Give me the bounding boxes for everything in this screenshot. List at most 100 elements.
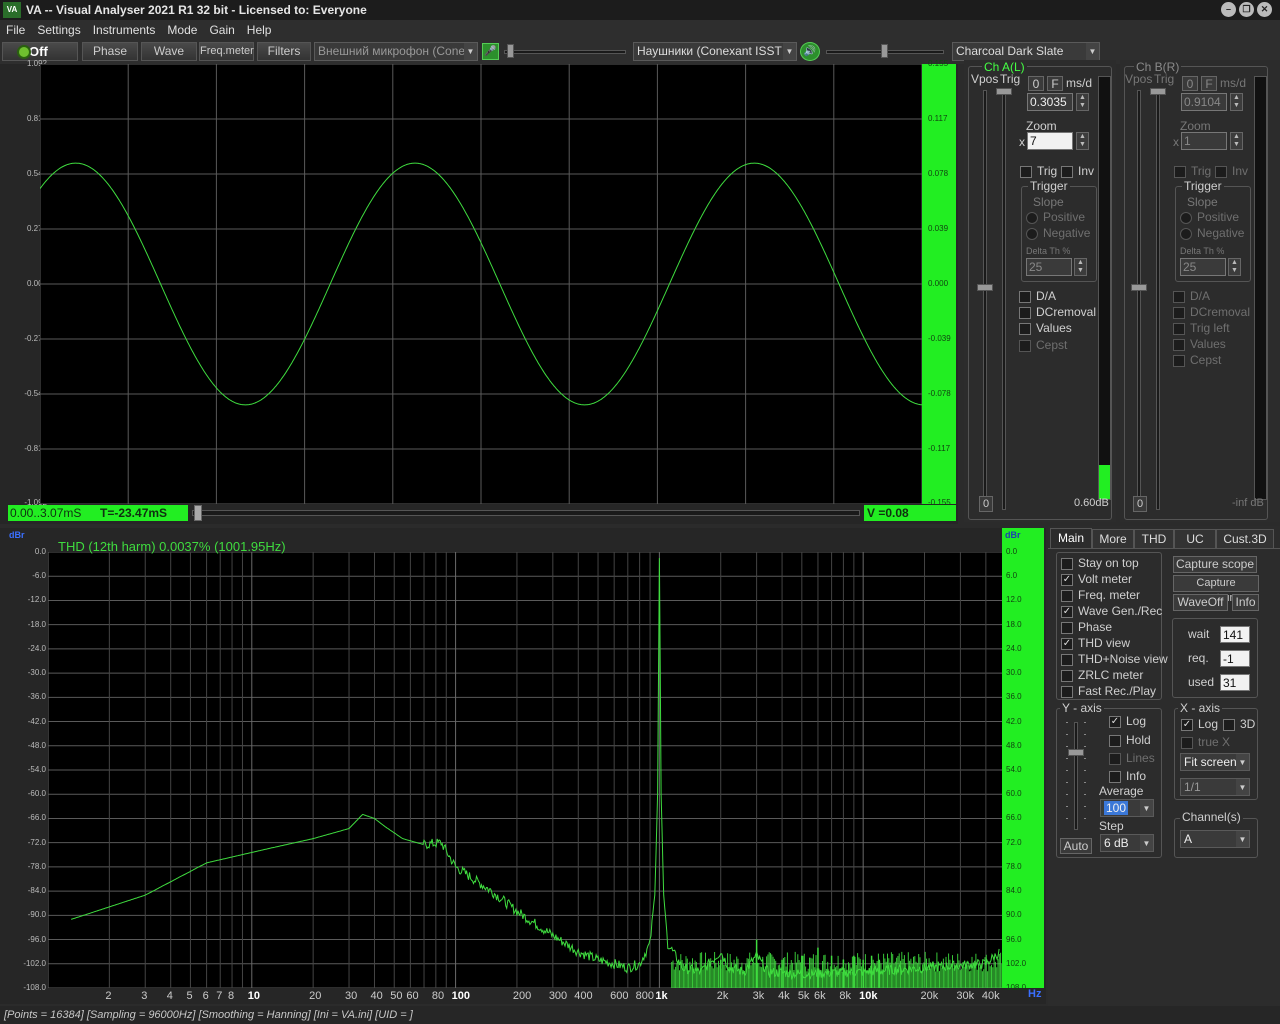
delta-th-spinner-b[interactable]: ▲ ▼	[1228, 258, 1241, 276]
theme-select[interactable]: Charcoal Dark Slate ▼	[952, 42, 1100, 61]
trig-checkbox[interactable]: Trig	[1020, 164, 1057, 178]
tab-uc[interactable]: UC	[1174, 529, 1216, 549]
inv-checkbox[interactable]: Inv	[1061, 164, 1094, 178]
da-checkbox[interactable]: D/A	[1019, 289, 1056, 303]
menu-mode[interactable]: Mode	[161, 20, 203, 37]
values-checkbox-b[interactable]: Values	[1173, 337, 1226, 351]
cepst-checkbox-b[interactable]: Cepst	[1173, 353, 1221, 367]
auto-button[interactable]: Auto	[1060, 838, 1092, 854]
y-range-slider[interactable]	[1074, 722, 1078, 830]
main-option-checkbox[interactable]: Freq. meter	[1061, 588, 1140, 602]
wait-value[interactable]: 141	[1220, 626, 1250, 643]
main-option-checkbox[interactable]: Fast Rec./Play	[1061, 684, 1156, 698]
waveoff-button[interactable]: WaveOff	[1173, 594, 1228, 611]
negative-radio-b[interactable]: Negative	[1180, 226, 1244, 240]
ms-per-div-input[interactable]: 0.3035	[1027, 93, 1073, 111]
main-option-checkbox[interactable]: ✓ THD view	[1061, 636, 1130, 650]
inv-checkbox-b[interactable]: Inv	[1215, 164, 1248, 178]
main-option-checkbox[interactable]: ZRLC meter	[1061, 668, 1143, 682]
zero-offset-button[interactable]: 0	[1028, 76, 1044, 91]
fit-screen-select[interactable]: Fit screen ▼	[1180, 753, 1250, 771]
freq-meter-button[interactable]: Freq.meter	[199, 42, 254, 61]
f-button[interactable]: F	[1047, 76, 1063, 91]
tab-more[interactable]: More	[1092, 529, 1134, 549]
true-x-checkbox[interactable]: true X	[1181, 735, 1230, 749]
channel-select[interactable]: A ▼	[1180, 830, 1250, 848]
tab-thd[interactable]: THD	[1134, 529, 1174, 549]
lines-checkbox[interactable]: Lines	[1109, 751, 1155, 765]
dcremoval-checkbox[interactable]: DCremoval	[1019, 305, 1096, 319]
phase-button[interactable]: Phase	[82, 42, 138, 61]
trig-thumb-b[interactable]	[1150, 88, 1166, 95]
y-info-checkbox[interactable]: Info	[1109, 769, 1146, 783]
zoom-spinner-b[interactable]: ▲ ▼	[1230, 132, 1243, 150]
positive-radio[interactable]: Positive	[1026, 210, 1085, 224]
trig-left-checkbox-b[interactable]: Trig left	[1173, 321, 1230, 335]
wave-button[interactable]: Wave	[141, 42, 197, 61]
negative-radio[interactable]: Negative	[1026, 226, 1090, 240]
delta-th-input[interactable]: 25	[1026, 258, 1072, 276]
menu-settings[interactable]: Settings	[31, 20, 86, 37]
y-range-thumb[interactable]	[1068, 749, 1084, 756]
trig-checkbox-b[interactable]: Trig	[1174, 164, 1211, 178]
vpos-zero-button[interactable]: 0	[979, 496, 993, 512]
restore-button[interactable]: ❐	[1239, 2, 1254, 17]
3d-checkbox[interactable]: 3D	[1223, 717, 1255, 731]
ms-per-div-spinner-b[interactable]: ▲ ▼	[1230, 93, 1243, 111]
vpos-slider-b[interactable]	[1137, 90, 1141, 510]
main-option-checkbox[interactable]: ✓ Volt meter	[1061, 572, 1132, 586]
info-button[interactable]: Info	[1232, 594, 1259, 611]
capture-scope-button[interactable]: Capture scope	[1173, 556, 1257, 573]
vpos-slider[interactable]	[983, 90, 987, 510]
output-device-select[interactable]: Наушники (Conexant ISST Au ▼	[633, 42, 797, 61]
trig-slider-b[interactable]	[1156, 90, 1160, 510]
spectrum-plot[interactable]	[48, 552, 1002, 988]
scope-plot[interactable]	[40, 64, 922, 504]
microphone-icon[interactable]: 🎤	[482, 43, 499, 60]
tab-main[interactable]: Main	[1050, 528, 1092, 548]
vpos-thumb-b[interactable]	[1131, 284, 1147, 291]
zoom-input[interactable]: 7	[1027, 132, 1073, 150]
zoom-input-b[interactable]: 1	[1181, 132, 1227, 150]
dcremoval-checkbox-b[interactable]: DCremoval	[1173, 305, 1250, 319]
input-device-select[interactable]: Внешний микрофон (Conexa ▼	[314, 42, 478, 61]
main-option-checkbox[interactable]: ✓ Wave Gen./Rec	[1061, 604, 1162, 618]
x-log-checkbox[interactable]: ✓ Log	[1181, 717, 1218, 731]
main-option-checkbox[interactable]: THD+Noise view	[1061, 652, 1168, 666]
zoom-spinner[interactable]: ▲ ▼	[1076, 132, 1089, 150]
vpos-zero-button-b[interactable]: 0	[1133, 496, 1147, 512]
ms-per-div-input-b[interactable]: 0.9104	[1181, 93, 1227, 111]
delta-th-spinner[interactable]: ▲ ▼	[1074, 258, 1087, 276]
used-value[interactable]: 31	[1220, 674, 1250, 691]
menu-help[interactable]: Help	[241, 20, 278, 37]
step-select[interactable]: 6 dB ▼	[1100, 834, 1154, 852]
vpos-thumb[interactable]	[977, 284, 993, 291]
da-checkbox-b[interactable]: D/A	[1173, 289, 1210, 303]
zero-offset-button-b[interactable]: 0	[1182, 76, 1198, 91]
y-log-checkbox[interactable]: ✓ Log	[1109, 714, 1146, 728]
req-value[interactable]: -1	[1220, 650, 1250, 667]
average-select[interactable]: 100 ▼	[1100, 799, 1154, 817]
speaker-icon[interactable]: 🔊	[800, 42, 820, 61]
hold-checkbox[interactable]: Hold	[1109, 733, 1151, 747]
menu-gain[interactable]: Gain	[203, 20, 240, 37]
ms-per-div-spinner[interactable]: ▲ ▼	[1076, 93, 1089, 111]
input-volume-slider[interactable]	[504, 50, 626, 54]
values-checkbox[interactable]: Values	[1019, 321, 1072, 335]
main-option-checkbox[interactable]: Phase	[1061, 620, 1112, 634]
minimize-button[interactable]: –	[1221, 2, 1236, 17]
delta-th-input-b[interactable]: 25	[1180, 258, 1226, 276]
menu-instruments[interactable]: Instruments	[87, 20, 162, 37]
scope-scroll-thumb[interactable]	[194, 505, 202, 521]
ratio-select[interactable]: 1/1 ▼	[1180, 778, 1250, 796]
trig-slider[interactable]	[1002, 90, 1006, 510]
output-volume-thumb[interactable]	[881, 44, 888, 58]
tab-cust3d[interactable]: Cust.3D	[1216, 529, 1274, 549]
capture-spectrum-button[interactable]: Capture spectrum	[1173, 575, 1259, 604]
scope-scrollbar[interactable]	[192, 510, 860, 516]
filters-button[interactable]: Filters	[257, 42, 311, 61]
main-option-checkbox[interactable]: Stay on top	[1061, 556, 1139, 570]
close-button[interactable]: ✕	[1257, 2, 1272, 17]
cepst-checkbox[interactable]: Cepst	[1019, 338, 1067, 352]
trig-thumb[interactable]	[996, 88, 1012, 95]
